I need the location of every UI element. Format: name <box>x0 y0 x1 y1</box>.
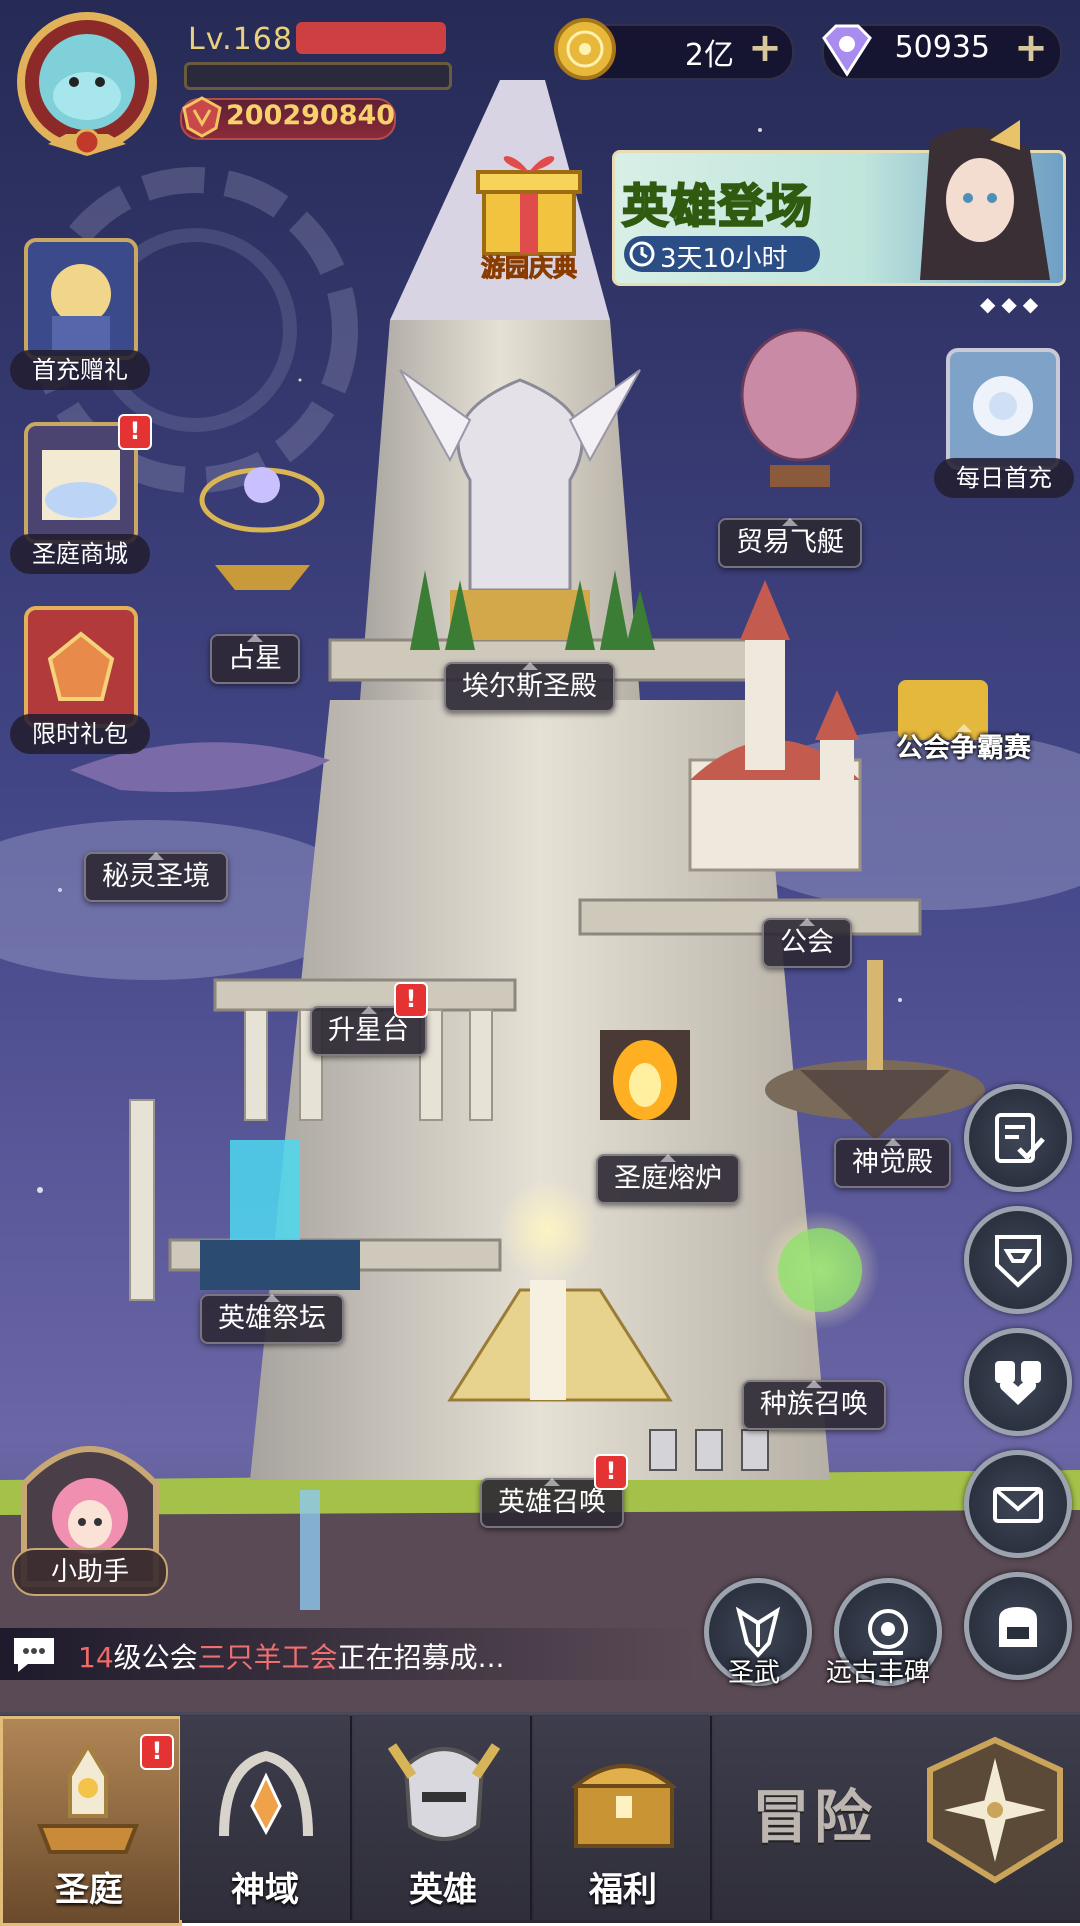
power-crest-icon <box>182 96 222 138</box>
banner-countdown: 3天10小时 <box>660 244 788 274</box>
guild-war-label[interactable]: 公会争霸赛 <box>880 724 1047 772</box>
helper-label[interactable]: 小助手 <box>12 1548 168 1596</box>
ayers-temple-label[interactable]: 埃尔斯圣殿 <box>444 662 615 712</box>
star-upgrade-alert-badge: ! <box>394 982 428 1018</box>
god-awakening-hall-label[interactable]: 神觉殿 <box>834 1138 951 1188</box>
court-shop-alert-badge: ! <box>118 414 152 450</box>
chat-text-a: 级公会 <box>113 1641 198 1674</box>
tab-welfare-label: 福利 <box>589 1870 657 1910</box>
astrology-label[interactable]: 占星 <box>210 634 300 684</box>
daily-first-recharge-icon[interactable] <box>944 346 1062 472</box>
player-name-redacted <box>296 22 446 54</box>
hero-helmet-icon <box>387 1743 501 1841</box>
hero-altar-label[interactable]: 英雄祭坛 <box>200 1294 344 1344</box>
trade-airship-label[interactable]: 贸易飞艇 <box>718 518 862 568</box>
carnival-event-label: 游园庆典 <box>481 254 578 283</box>
first-recharge-gift-label[interactable]: 首充赠礼 <box>10 350 150 390</box>
gem-amount: 50935 <box>894 30 990 65</box>
daily-first-recharge-label[interactable]: 每日首充 <box>934 458 1074 498</box>
first-recharge-gift-icon[interactable] <box>22 236 140 362</box>
add-gem-button[interactable]: + <box>1012 28 1050 68</box>
add-gold-button[interactable]: + <box>746 28 784 68</box>
gold-amount: 2亿 <box>684 38 734 73</box>
friends-heart-icon <box>995 1361 1041 1405</box>
diamond-gem-icon <box>822 24 872 77</box>
race-summon-label[interactable]: 种族召唤 <box>742 1380 886 1430</box>
limited-pack-label[interactable]: 限时礼包 <box>10 714 150 754</box>
chat-bubble-icon[interactable] <box>10 1634 58 1674</box>
banner-heroine-art <box>920 120 1050 280</box>
gold-coin-icon <box>554 18 616 80</box>
tab-heroes-label: 英雄 <box>409 1870 477 1910</box>
clock-icon <box>629 241 655 267</box>
banner-page-dots[interactable]: ◆◆◆ <box>980 292 1044 316</box>
exp-bar <box>184 62 452 90</box>
limited-pack-icon[interactable] <box>22 604 140 730</box>
guild-shield-icon <box>995 1235 1041 1288</box>
guild-button[interactable] <box>964 1206 1072 1314</box>
divine-realm-icon <box>219 1750 313 1837</box>
backpack-button[interactable] <box>964 1572 1072 1680</box>
mystic-realm-label[interactable]: 秘灵圣境 <box>84 852 228 902</box>
tab-holy-court-label: 圣庭 <box>55 1870 123 1910</box>
court-furnace-label[interactable]: 圣庭熔炉 <box>596 1154 740 1204</box>
hero-summon-alert-badge: ! <box>594 1454 628 1490</box>
friends-button[interactable] <box>964 1328 1072 1436</box>
backpack-icon <box>999 1607 1037 1647</box>
guild-label[interactable]: 公会 <box>762 918 852 968</box>
mail-button[interactable] <box>964 1450 1072 1558</box>
ancient-monument-label: 远古丰碑 <box>826 1658 931 1688</box>
compass-icon <box>927 1736 1063 1884</box>
player-avatar[interactable] <box>8 6 166 164</box>
holy-court-alert-badge: ! <box>140 1734 174 1770</box>
tab-adventure-label: 冒险 <box>752 1783 877 1851</box>
chat-guild-level: 14 <box>78 1641 114 1674</box>
task-checklist-icon <box>995 1113 1045 1163</box>
player-level: Lv.168 <box>188 22 293 57</box>
holy-court-icon <box>37 1742 139 1854</box>
chat-guild-name[interactable]: 三只羊工会 <box>198 1641 338 1674</box>
court-shop-label[interactable]: 圣庭商城 <box>10 534 150 574</box>
chat-message: 14级公会三只羊工会正在招募成... <box>78 1636 504 1676</box>
mail-icon <box>993 1487 1043 1523</box>
tasks-button[interactable] <box>964 1084 1072 1192</box>
tab-divine-realm-label: 神域 <box>231 1870 299 1910</box>
banner-title: 英雄登场 <box>621 178 814 234</box>
chat-text-b: 正在招募成... <box>337 1641 505 1674</box>
holy-arms-label: 圣武 <box>728 1658 781 1688</box>
treasure-chest-icon <box>570 1764 678 1848</box>
combat-power-value: 200290840 <box>226 100 396 131</box>
